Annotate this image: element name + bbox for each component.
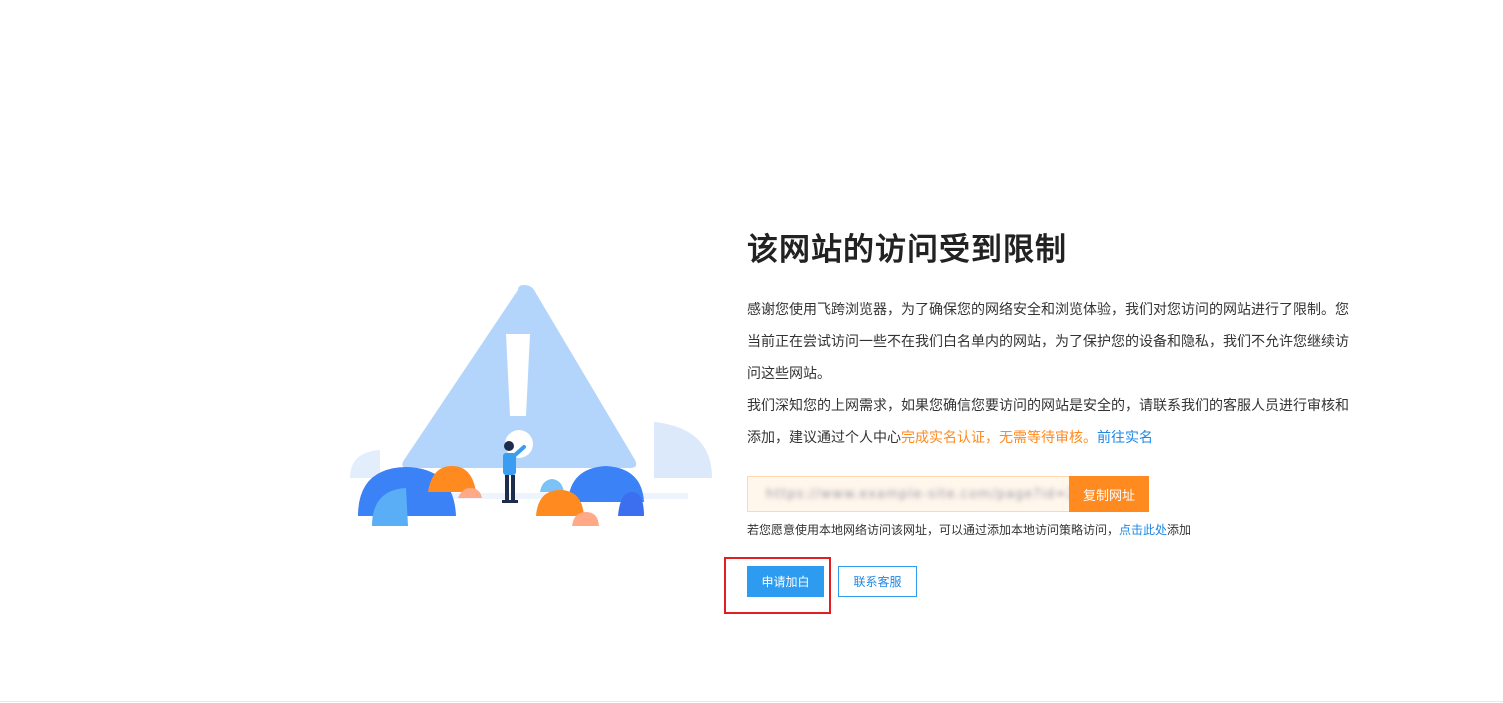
restricted-site-page: 该网站的访问受到限制 感谢您使用飞跨浏览器，为了确保您的网络安全和浏览体验，我们… [0,0,1503,703]
contact-support-button[interactable]: 联系客服 [838,566,917,597]
apply-whitelist-button[interactable]: 申请加白 [747,566,824,597]
go-real-name-link[interactable]: 前往实名 [1097,430,1153,446]
restriction-explanation: 感谢您使用飞跨浏览器，为了确保您的网络安全和浏览体验，我们对您访问的网站进行了限… [747,302,1349,382]
blurred-url-text: https://www.example-site.com/page?id=204… [766,486,1069,502]
left-background-shape [350,450,380,478]
local-access-hint-text: 若您愿意使用本地网络访问该网址，可以通过添加本地访问策略访问， [747,523,1120,537]
exclamation-bar [506,334,530,416]
whitelist-explanation: 我们深知您的上网需求，如果您确信您要访问的网站是安全的，请联系我们的客服人员进行… [747,390,1357,454]
message-panel: 该网站的访问受到限制 感谢您使用飞跨浏览器，为了确保您的网络安全和浏览体验，我们… [747,226,1367,538]
url-copy-row: https://www.example-site.com/page?id=204… [747,476,1367,512]
local-access-hint: 若您愿意使用本地网络访问该网址，可以通过添加本地访问策略访问，点击此处添加 [747,522,1367,538]
click-here-link[interactable]: 点击此处 [1119,523,1167,537]
real-name-highlight: 完成实名认证，无需等待审核。 [901,430,1097,446]
page-title: 该网站的访问受到限制 [747,232,1067,268]
right-background-shape [654,422,712,478]
copy-url-button[interactable]: 复制网址 [1069,476,1149,512]
bottom-divider [0,701,1503,702]
action-buttons: 申请加白 联系客服 [747,566,917,597]
url-field[interactable]: https://www.example-site.com/page?id=204… [747,476,1069,512]
local-access-hint-suffix: 添加 [1167,523,1192,537]
warning-triangle-illustration [350,285,712,526]
